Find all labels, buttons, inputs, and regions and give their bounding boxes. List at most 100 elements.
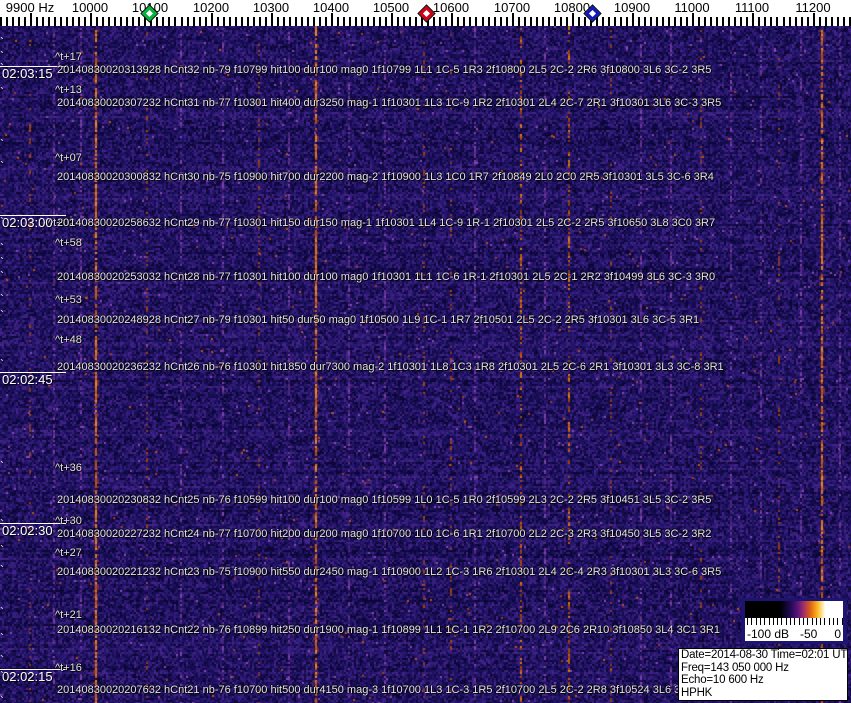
time-edge-tick: ` <box>0 459 4 473</box>
db-scale-tick <box>841 618 843 625</box>
ruler-minor-tick <box>475 17 477 26</box>
time-edge-tick: ` <box>0 292 4 306</box>
ruler-minor-tick <box>36 17 38 26</box>
info-box: Date=2014-08-30 Time=02:01 UTC Freq=143 … <box>678 648 848 701</box>
ruler-minor-tick <box>54 17 56 26</box>
db-scale-tick <box>772 618 774 625</box>
ruler-minor-tick <box>596 17 598 26</box>
ruler-minor-tick <box>217 17 219 26</box>
event-log-line: 20140830020221232 hCnt23 nb-75 f10900 hi… <box>57 566 722 578</box>
ruler-minor-tick <box>457 17 459 26</box>
frequency-tick-label: 10000 <box>71 0 109 15</box>
db-scale-label-max: 0 <box>834 627 841 641</box>
frequency-tick-label: 10300 <box>252 0 290 15</box>
ruler-minor-tick <box>96 17 98 26</box>
ruler-minor-tick <box>48 17 50 26</box>
ruler-minor-tick <box>162 17 164 26</box>
event-time-marker: ^t+30 <box>55 515 82 527</box>
ruler-minor-tick <box>764 17 766 26</box>
ruler-minor-tick <box>156 17 158 26</box>
ruler-minor-tick <box>174 17 176 26</box>
ruler-minor-tick <box>783 17 785 26</box>
info-frequency: Freq=143 050 000 Hz <box>681 661 789 674</box>
info-echo: Echo=10 600 Hz <box>681 674 764 687</box>
ruler-minor-tick <box>644 17 646 26</box>
ruler-minor-tick <box>132 17 134 26</box>
ruler-minor-tick <box>518 17 520 26</box>
ruler-minor-tick <box>295 17 297 26</box>
ruler-minor-tick <box>0 17 2 26</box>
db-scale-tick <box>824 618 826 625</box>
ruler-minor-tick <box>680 17 682 26</box>
ruler-minor-tick <box>614 17 616 26</box>
ruler-minor-tick <box>277 17 279 26</box>
ruler-minor-tick <box>205 17 207 26</box>
frequency-tick-label: 10500 <box>372 0 410 15</box>
frequency-tick-label: 11100 <box>734 0 770 15</box>
time-edge-tick: ` <box>0 669 4 683</box>
ruler-minor-tick <box>740 17 742 26</box>
ruler-minor-tick <box>626 17 628 26</box>
ruler-minor-tick <box>686 17 688 26</box>
ruler-minor-tick <box>831 17 833 26</box>
event-log-line: 20140830020307232 hCnt31 nb-77 f10301 hi… <box>57 97 722 109</box>
ruler-minor-tick <box>373 17 375 26</box>
ruler-minor-tick <box>662 17 664 26</box>
ruler-minor-tick <box>698 17 700 26</box>
db-scale-tick <box>802 618 804 625</box>
ruler-minor-tick <box>235 17 237 26</box>
event-log-line: 20140830020253032 hCnt28 nb-77 f10301 hi… <box>57 271 716 283</box>
ruler-minor-tick <box>758 17 760 26</box>
ruler-minor-tick <box>656 17 658 26</box>
event-time-marker: ^t+53 <box>55 294 82 306</box>
ruler-minor-tick <box>78 17 80 26</box>
ruler-minor-tick <box>602 17 604 26</box>
event-time-marker: ^t+36 <box>55 462 82 474</box>
ruler-minor-tick <box>349 17 351 26</box>
event-log-line: 20140830020216132 hCnt22 nb-76 f10899 hi… <box>57 624 720 636</box>
frequency-tick-label: 10200 <box>192 0 230 15</box>
ruler-minor-tick <box>524 17 526 26</box>
event-log-line: 20140830020248928 hCnt27 nb-79 f10301 hi… <box>57 314 700 326</box>
db-scale-tick <box>807 618 809 625</box>
db-scale-tick <box>833 618 834 625</box>
event-time-marker: ^t+21 <box>55 609 82 621</box>
db-scale-tick <box>794 618 796 625</box>
time-edge-tick: ` <box>0 653 4 667</box>
db-scale-tick <box>777 618 779 625</box>
ruler-minor-tick <box>548 17 550 26</box>
info-date-time: Date=2014-08-30 Time=02:01 UTC <box>681 649 848 661</box>
ruler-minor-tick <box>789 17 791 26</box>
frequency-tick-label: 10900 <box>613 0 651 15</box>
frequency-tick-label: 11000 <box>674 0 710 15</box>
frequency-tick-label: 11200 <box>795 0 831 15</box>
ruler-minor-tick <box>536 17 538 26</box>
ruler-minor-tick <box>367 17 369 26</box>
ruler-minor-tick <box>776 17 778 26</box>
time-edge-tick: ` <box>0 357 4 371</box>
ruler-minor-tick <box>193 17 195 26</box>
frequency-ruler[interactable]: 9900 Hz100001010010200103001040010500106… <box>0 0 851 26</box>
annotation-overlay: 02:03:15 02:03:00 02:02:45 02:02:30 02:02:15… <box>0 0 851 703</box>
time-edge-tick: ` <box>0 563 4 577</box>
ruler-minor-tick <box>530 17 532 26</box>
db-scale-tick <box>785 618 787 625</box>
ruler-minor-tick <box>566 17 568 26</box>
time-edge-tick: ` <box>0 159 4 173</box>
time-edge-tick: ` <box>0 61 4 75</box>
ruler-minor-tick <box>728 17 730 26</box>
ruler-minor-tick <box>819 17 821 26</box>
ruler-minor-tick <box>283 17 285 26</box>
db-scale-tick <box>815 618 817 625</box>
ruler-minor-tick <box>12 17 14 26</box>
event-time-marker: ^t+07 <box>55 152 82 164</box>
ruler-minor-tick <box>710 17 712 26</box>
ruler-minor-tick <box>843 17 845 26</box>
ruler-minor-tick <box>463 17 465 26</box>
db-scale-tick <box>751 618 753 625</box>
db-scale-tick <box>755 618 757 625</box>
db-color-scale: -100 dB -50 0 <box>741 598 847 644</box>
ruler-minor-tick <box>120 17 122 26</box>
ruler-minor-tick <box>746 17 748 26</box>
ruler-minor-tick <box>337 17 339 26</box>
